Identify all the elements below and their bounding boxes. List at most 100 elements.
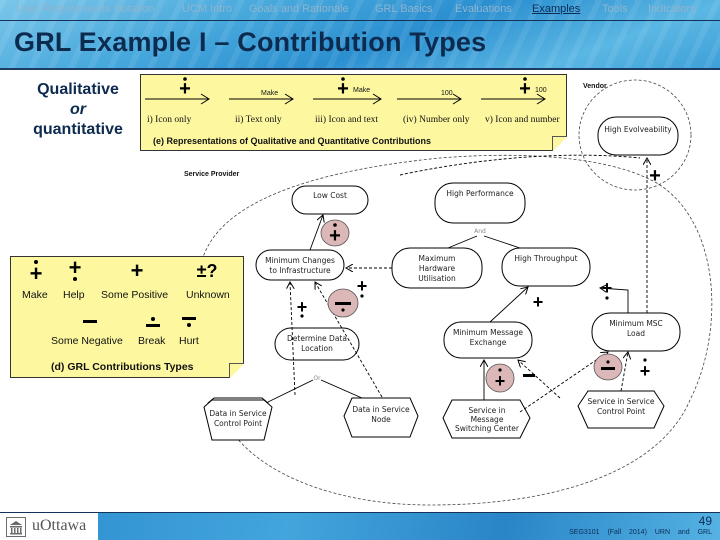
- svg-text:Data in Service: Data in Service: [209, 409, 267, 418]
- note-contribution-types: + + + ±? Make Help Some Positive Unknown…: [10, 256, 244, 378]
- svg-text:High Evolveability: High Evolveability: [604, 125, 672, 134]
- icon-text-make-label: Make: [353, 87, 371, 94]
- section-nav: User Requirements Notation UCM Intro Goa…: [0, 3, 720, 19]
- svg-text:Node: Node: [371, 415, 391, 424]
- make-icon: +: [649, 165, 661, 187]
- university-building-icon: [6, 517, 26, 537]
- course-info: SEG3101 (Fall 2014) URN and GRL: [569, 529, 712, 536]
- svg-text:+: +: [640, 361, 651, 381]
- softgoal-minimum-changes[interactable]: Minimum Changes to Infrastructure: [255, 249, 345, 281]
- svg-text:+: +: [602, 278, 613, 298]
- svg-text:+: +: [297, 297, 308, 317]
- footer-divider: [0, 512, 720, 513]
- nav-item-evaluations[interactable]: Evaluations: [455, 3, 512, 15]
- svg-text:Message: Message: [471, 415, 504, 424]
- uottawa-logo: uOttawa: [0, 513, 98, 540]
- nav-item-urn[interactable]: User Requirements Notation: [16, 3, 155, 15]
- svg-text:High Performance: High Performance: [446, 189, 514, 198]
- help-icon: +: [297, 297, 308, 318]
- svg-text:+: +: [357, 276, 368, 296]
- help-icon: +: [69, 257, 82, 281]
- svg-text:Service in: Service in: [469, 406, 506, 415]
- svg-text:+: +: [337, 78, 349, 100]
- softgoal-minimum-msc-load[interactable]: Minimum MSC Load: [591, 312, 681, 352]
- vendor-actor-label: Vendor: [583, 83, 607, 90]
- some-negative-icon: [523, 374, 535, 377]
- some-negative-icon: [83, 320, 97, 323]
- svg-text:High Throughput: High Throughput: [514, 254, 577, 263]
- text-make-label: Make: [261, 90, 279, 97]
- type-label-unknown: Unknown: [186, 289, 230, 301]
- nav-item-indicators[interactable]: Indicators: [648, 3, 696, 15]
- svg-text:+: +: [649, 165, 661, 187]
- task-data-in-service-control-point[interactable]: Data in Service Control Point: [203, 397, 273, 441]
- course-code: SEG3101 (Fall 2014): [569, 529, 647, 536]
- svg-text:Minimum Changes: Minimum Changes: [265, 256, 335, 265]
- svg-text:Determine Data: Determine Data: [287, 334, 347, 343]
- svg-text:Maximum: Maximum: [419, 254, 456, 263]
- service-provider-actor-label: Service Provider: [184, 171, 240, 178]
- softgoal-determine-data-location[interactable]: Determine Data Location: [274, 327, 360, 361]
- svg-text:Location: Location: [301, 344, 333, 353]
- nav-item-ucm-intro[interactable]: UCM Intro: [182, 3, 232, 15]
- type-label-hurt: Hurt: [179, 335, 199, 347]
- svg-text:+: +: [30, 261, 43, 286]
- note-e-caption: (e) Representations of Qualitative and Q…: [153, 136, 432, 146]
- nav-item-goals-rationale[interactable]: Goals and Rationale: [249, 3, 349, 15]
- note-contribution-representations: + + + Make Make 100 100 i) Icon only ii)…: [140, 74, 567, 151]
- rep-caption-number-only: (iv) Number only: [403, 115, 470, 125]
- type-label-break: Break: [138, 335, 166, 347]
- svg-text:+: +: [131, 258, 144, 283]
- slide-title: GRL Example I – Contribution Types: [14, 27, 487, 57]
- page-number: 49: [698, 514, 712, 528]
- number-only-label: 100: [441, 90, 453, 97]
- note-fold: [552, 136, 567, 151]
- svg-text:±?: ±?: [197, 261, 218, 281]
- svg-text:Or: Or: [313, 375, 321, 382]
- nav-item-examples[interactable]: Examples: [532, 3, 580, 15]
- softgoal-high-evolveability[interactable]: High Evolveability: [597, 116, 679, 156]
- nav-item-grl-basics[interactable]: GRL Basics: [375, 3, 433, 15]
- make-icon: +: [179, 77, 191, 100]
- and-decomposition: And: [447, 228, 521, 249]
- svg-text:Switching Center: Switching Center: [455, 424, 520, 433]
- course-topic: URN and GRL: [654, 529, 712, 536]
- type-label-some-positive: Some Positive: [101, 289, 169, 301]
- make-icon: +: [519, 77, 531, 100]
- some-positive-icon: +: [131, 258, 144, 283]
- svg-text:to Infrastructure: to Infrastructure: [269, 266, 331, 275]
- icon-number-label: 100: [535, 87, 547, 94]
- rep-caption-text-only: ii) Text only: [235, 115, 282, 125]
- softgoal-high-throughput[interactable]: High Throughput: [501, 247, 591, 287]
- task-service-in-message-switching-center[interactable]: Service in Message Switching Center: [442, 399, 531, 439]
- softgoal-low-cost[interactable]: Low Cost: [291, 185, 369, 215]
- softgoal-minimum-message-exchange[interactable]: Minimum Message Exchange: [443, 321, 533, 359]
- type-label-some-negative: Some Negative: [51, 335, 123, 347]
- svg-text:+: +: [69, 257, 82, 280]
- make-icon: +: [30, 260, 43, 286]
- svg-text:Control Point: Control Point: [597, 407, 645, 416]
- task-data-in-service-node[interactable]: Data in Service Node: [343, 397, 419, 438]
- help-icon: +: [357, 276, 368, 298]
- svg-text:Load: Load: [627, 329, 645, 338]
- note-fold: [229, 363, 244, 378]
- title-divider: [0, 68, 720, 70]
- svg-text:Control Point: Control Point: [214, 419, 262, 428]
- svg-text:Minimum MSC: Minimum MSC: [609, 319, 663, 328]
- svg-text:Minimum Message: Minimum Message: [453, 328, 523, 337]
- softgoal-high-performance[interactable]: High Performance: [434, 182, 526, 224]
- rep-caption-icon-and-number: v) Icon and number: [485, 115, 560, 125]
- make-icon: +: [329, 223, 341, 247]
- task-service-in-service-control-point[interactable]: Service in Service Control Point: [577, 390, 665, 429]
- make-icon: +: [640, 358, 651, 381]
- note-d-caption: (d) GRL Contributions Types: [51, 361, 194, 373]
- nav-item-tools[interactable]: Tools: [602, 3, 628, 15]
- softgoal-maximum-hardware-utilisation[interactable]: Maximum Hardware Utilisation: [391, 247, 483, 289]
- representation-arrows: + + +: [145, 77, 546, 105]
- rep-caption-icon-and-text: iii) Icon and text: [315, 115, 379, 125]
- svg-text:Data in Service: Data in Service: [352, 405, 410, 414]
- make-icon: +: [495, 368, 505, 391]
- make-icon: +: [337, 77, 349, 100]
- hurt-icon: [182, 317, 196, 327]
- svg-text:+: +: [329, 225, 341, 247]
